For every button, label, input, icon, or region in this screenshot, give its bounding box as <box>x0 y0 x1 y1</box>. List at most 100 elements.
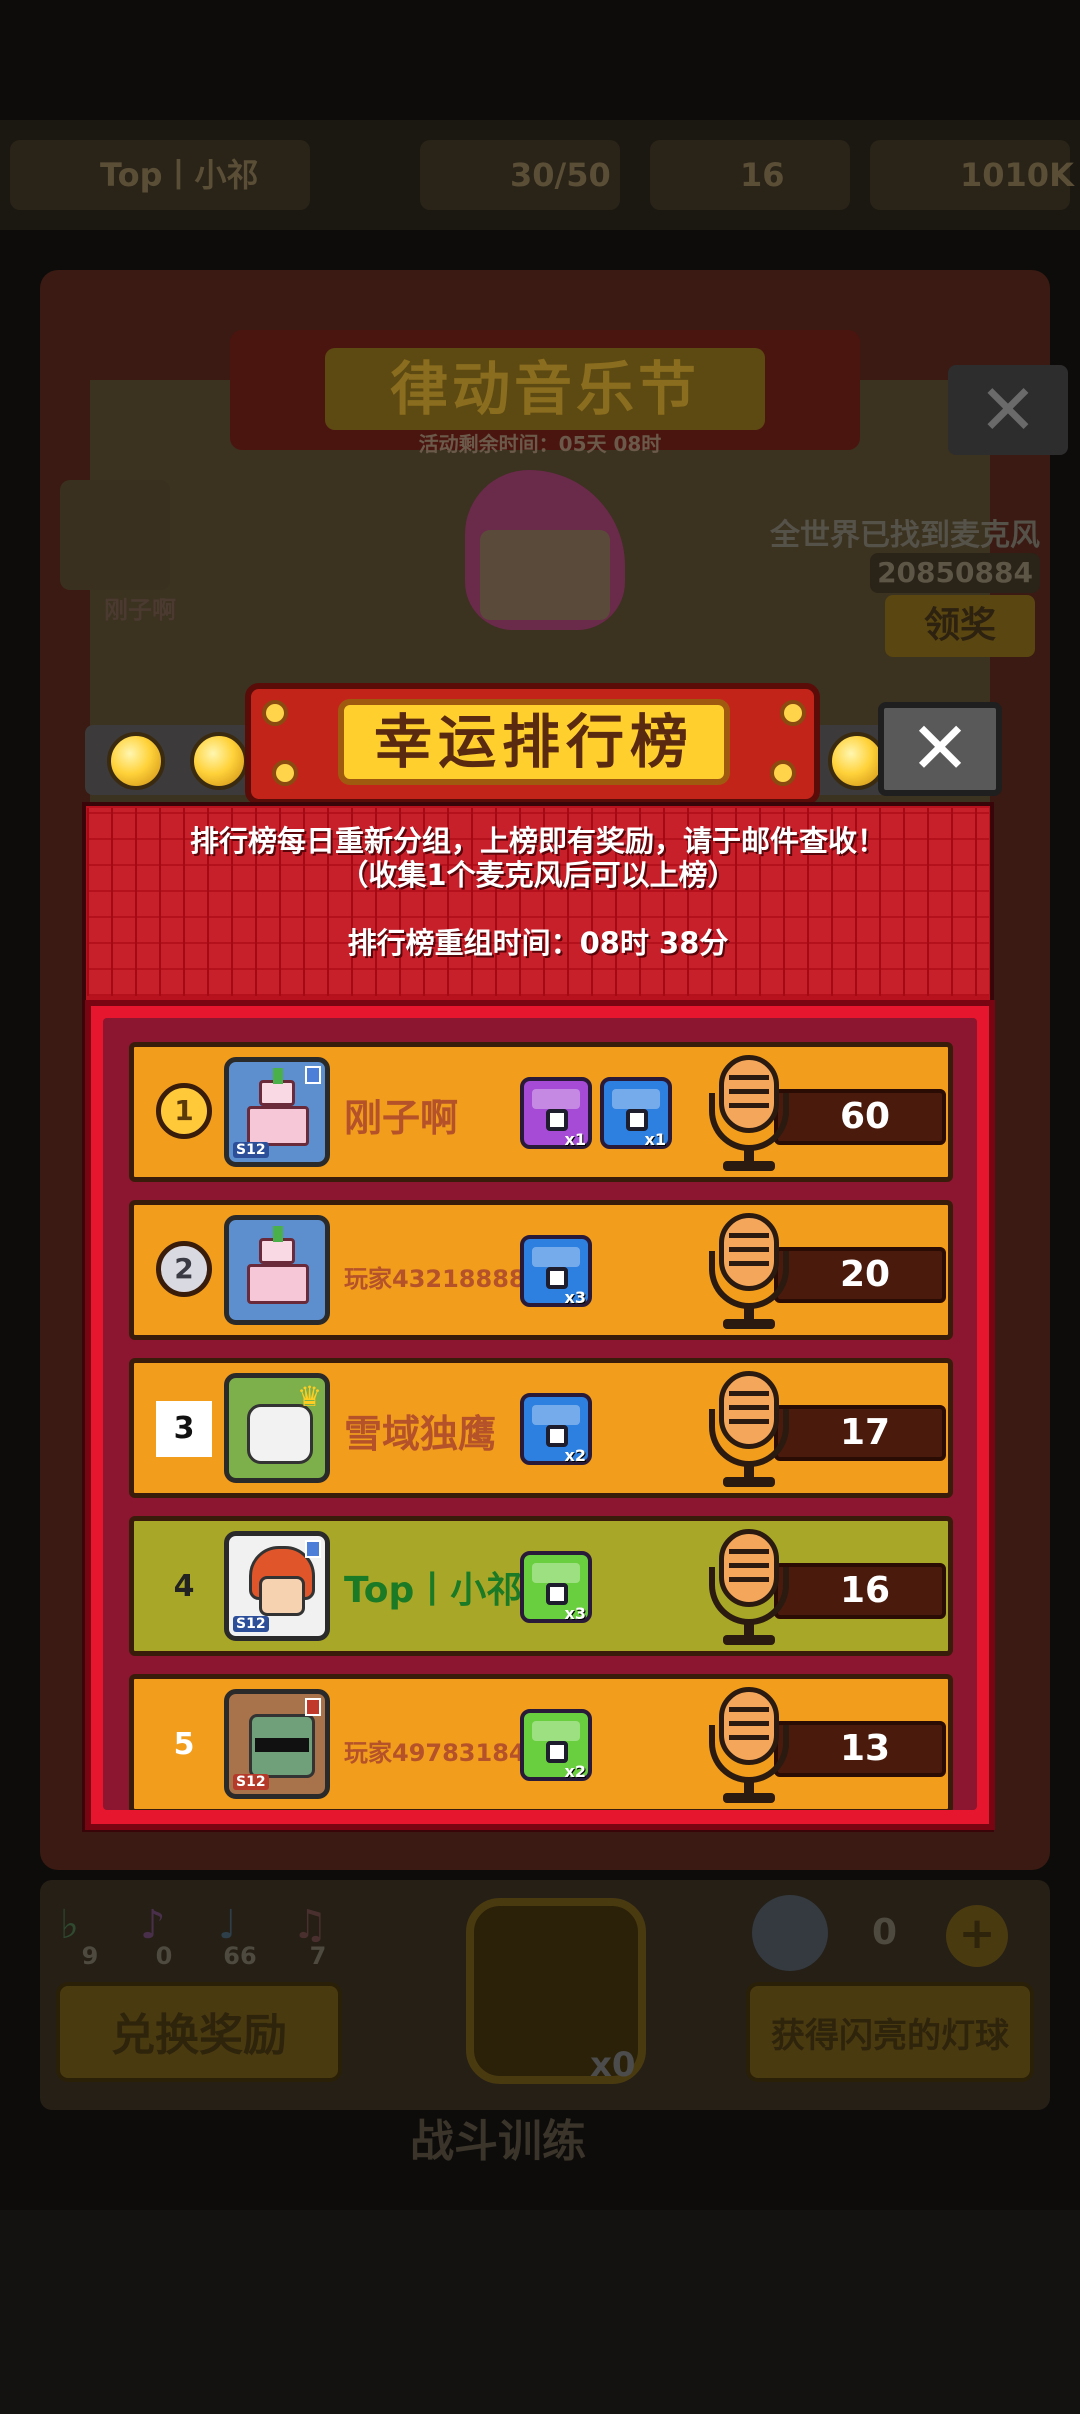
singer-face <box>480 530 610 620</box>
claim-button[interactable]: 领奖 <box>885 595 1035 657</box>
leaderboard-row[interactable]: 2 玩家43218888 x3 20 <box>129 1200 953 1340</box>
close-button[interactable]: ✕ <box>878 702 1002 796</box>
microphone-icon <box>709 1055 789 1173</box>
chest-lock-icon <box>546 1109 568 1131</box>
stat-progress: 30/50 <box>510 156 611 194</box>
exchange-reward-button[interactable]: 兑换奖励 <box>56 1982 342 2082</box>
chest-lock-icon <box>546 1425 568 1447</box>
candle-icon <box>273 1068 283 1084</box>
score: 60 <box>774 1089 946 1145</box>
reward-chest-blue-icon[interactable]: x2 <box>520 1393 592 1465</box>
chest-lid <box>532 1247 580 1267</box>
bottom-nav-bar <box>0 2210 1080 2414</box>
rivet-icon <box>780 700 806 726</box>
unlock-count: x0 <box>590 2045 636 2085</box>
cat-face-icon <box>247 1404 313 1464</box>
player-name: 玩家43218888 <box>344 1265 526 1293</box>
reward-chest-green-icon[interactable]: x2 <box>520 1709 592 1781</box>
score: 17 <box>774 1405 946 1461</box>
rivet-icon <box>770 760 796 786</box>
chest-lock-icon <box>546 1741 568 1763</box>
world-found-label: 全世界已找到麦克风 <box>770 518 1040 553</box>
score: 20 <box>774 1247 946 1303</box>
coin-count: 1010K <box>960 156 1074 194</box>
chest-lid <box>532 1563 580 1583</box>
coin-pill: 1010K <box>870 140 1074 210</box>
note-count-blue: 66 <box>223 1942 257 1970</box>
rank-number: 5 <box>173 1727 195 1762</box>
chest-lock-icon <box>546 1267 568 1289</box>
rivet-icon <box>262 700 288 726</box>
score: 13 <box>774 1721 946 1777</box>
cake-base <box>247 1106 309 1146</box>
avatar[interactable]: S12 <box>224 1057 330 1167</box>
light-bulb-icon <box>190 732 248 790</box>
info-line-2: （收集1个麦克风后可以上榜） <box>339 858 737 892</box>
avatar[interactable]: S12 <box>224 1689 330 1799</box>
orb-count: 0 <box>872 1912 898 1953</box>
frame-badge-icon <box>305 1066 321 1084</box>
reward-qty: x2 <box>564 1446 586 1465</box>
microphone-icon <box>709 1687 789 1805</box>
rank-medal-silver: 2 <box>156 1241 212 1297</box>
reward-qty: x2 <box>564 1762 586 1781</box>
leaderboard-row-self[interactable]: 4 S12 Top丨小祁 x3 16 <box>129 1516 953 1656</box>
microphone-icon <box>709 1371 789 1489</box>
season-badge: S12 <box>233 1774 269 1790</box>
avatar[interactable]: S12 <box>224 1531 330 1641</box>
reward-qty: x1 <box>564 1130 586 1149</box>
player-name: 玩家49783184 <box>344 1739 526 1767</box>
frame-badge-icon <box>305 1698 321 1716</box>
reward-chest-purple-icon[interactable]: x1 <box>520 1077 592 1149</box>
reward-qty: x3 <box>564 1288 586 1307</box>
festival-close-button[interactable]: ✕ <box>948 365 1068 455</box>
stat-count: 16 <box>740 156 785 194</box>
world-found-count: 20850884 <box>870 553 1040 593</box>
popup-title: 幸运排行榜 <box>338 699 730 785</box>
chest-lid <box>532 1405 580 1425</box>
chest-lid <box>532 1721 580 1741</box>
reward-qty: x1 <box>644 1130 666 1149</box>
chest-lid <box>532 1089 580 1109</box>
reward-chest-green-icon[interactable]: x3 <box>520 1551 592 1623</box>
player-name-pill[interactable]: Top丨小祁 <box>10 140 310 210</box>
avatar[interactable]: ♛ <box>224 1373 330 1483</box>
microphone-icon <box>709 1213 789 1331</box>
stat-count-pill: 16 <box>650 140 850 210</box>
note-count-purple: 0 <box>155 1942 173 1970</box>
festival-remaining-time: 活动剩余时间：05天 08时 <box>418 432 662 456</box>
season-badge: S12 <box>233 1142 269 1158</box>
reward-qty: x3 <box>564 1604 586 1623</box>
disco-ball-icon <box>752 1895 828 1971</box>
chest-lid <box>612 1089 660 1109</box>
player-name: Top丨小祁 <box>100 156 259 194</box>
leaderboard-row[interactable]: 5 S12 玩家49783184 x2 13 <box>129 1674 953 1810</box>
reward-chest-blue-icon[interactable]: x3 <box>520 1235 592 1307</box>
leaderboard-row[interactable]: 1 S12 刚子啊 x1 x1 60 <box>129 1042 953 1182</box>
candle-icon <box>273 1226 283 1242</box>
rivet-icon <box>272 760 298 786</box>
left-player-avatar[interactable] <box>60 480 170 590</box>
face-icon <box>259 1576 305 1616</box>
note-count-green: 9 <box>81 1942 99 1970</box>
leaderboard-row[interactable]: 3 ♛ 雪域独鹰 x2 17 <box>129 1358 953 1498</box>
battle-label: 战斗训练 <box>410 2116 586 2167</box>
rank-number: 4 <box>173 1569 195 1604</box>
reset-time: 排行榜重组时间：08时 38分 <box>347 926 729 960</box>
avatar[interactable] <box>224 1215 330 1325</box>
game-screen: Top丨小祁 30/50 16 1010K 律动音乐节 活动剩余时间：05天 0… <box>0 0 1080 2414</box>
cake-base <box>247 1264 309 1304</box>
rank-number: 3 <box>156 1401 212 1457</box>
microphone-icon <box>709 1529 789 1647</box>
score: 16 <box>774 1563 946 1619</box>
player-name: 刚子啊 <box>344 1096 459 1140</box>
frame-badge-icon <box>305 1540 321 1558</box>
get-orbs-button[interactable]: 获得闪亮的灯球 <box>746 1982 1034 2082</box>
season-badge: S12 <box>233 1616 269 1632</box>
chest-lock-icon <box>546 1583 568 1605</box>
leaderboard-list[interactable]: 1 S12 刚子啊 x1 x1 60 2 玩家43218888 x3 20 3 … <box>103 1018 977 1810</box>
light-bulb-icon <box>107 732 165 790</box>
add-orb-button[interactable]: + <box>946 1905 1008 1967</box>
reward-chest-blue-icon[interactable]: x1 <box>600 1077 672 1149</box>
chest-lock-icon <box>626 1109 648 1131</box>
